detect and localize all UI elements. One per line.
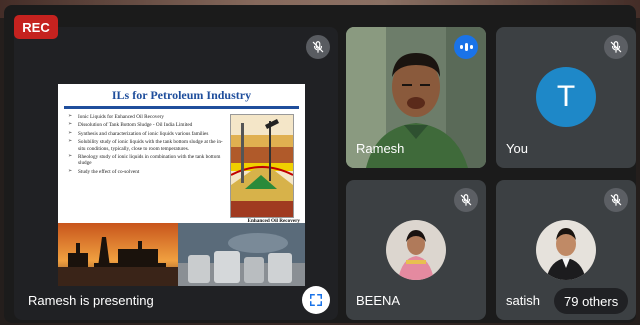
shared-slide: ILs for Petroleum Industry Ionic Liquids… bbox=[58, 84, 305, 286]
participant-name: Ramesh bbox=[356, 141, 405, 156]
participant-tile-ramesh[interactable]: Ramesh bbox=[346, 27, 486, 168]
slide-bullet: Rheology study of ionic liquids in combi… bbox=[68, 154, 228, 167]
presentation-tile[interactable]: ILs for Petroleum Industry Ionic Liquids… bbox=[14, 27, 338, 320]
others-count-button[interactable]: 79 others bbox=[554, 288, 629, 314]
slide-bullet: Dissolution of Tank Bottom Sludge - Oil … bbox=[68, 122, 228, 129]
fullscreen-icon bbox=[309, 293, 323, 307]
participant-name: You bbox=[506, 141, 528, 156]
participant-tile-beena[interactable]: BEENA bbox=[346, 180, 486, 320]
mic-off-icon bbox=[454, 188, 478, 212]
mic-off-icon bbox=[604, 188, 628, 212]
slide-bullet: Solubility study of ionic liquids with t… bbox=[68, 139, 228, 152]
participant-tile-satish[interactable]: satish 79 others bbox=[496, 180, 636, 320]
slide-divider bbox=[64, 106, 299, 109]
avatar bbox=[386, 220, 446, 280]
participant-tile-you[interactable]: T You bbox=[496, 27, 636, 168]
fullscreen-button[interactable] bbox=[302, 286, 330, 314]
oil-rig-photo bbox=[58, 223, 305, 286]
slide-title: ILs for Petroleum Industry bbox=[111, 88, 252, 102]
avatar bbox=[536, 220, 596, 280]
slide-bullet: Synthesis and characterization of ionic … bbox=[68, 131, 228, 138]
meeting-stage: REC ILs for Petroleum Industry Ionic Liq… bbox=[4, 5, 636, 323]
avatar: T bbox=[536, 67, 596, 127]
recording-badge: REC bbox=[14, 15, 58, 39]
mic-off-icon bbox=[604, 35, 628, 59]
slide-bullet: Ionic Liquids for Enhanced Oil Recovery bbox=[68, 114, 228, 121]
mic-off-icon bbox=[306, 35, 330, 59]
speaking-icon bbox=[454, 35, 478, 59]
participant-name: satish bbox=[506, 293, 540, 308]
slide-bullet-list: Ionic Liquids for Enhanced Oil Recovery … bbox=[68, 114, 228, 177]
participant-name: BEENA bbox=[356, 293, 401, 308]
slide-bullet: Study the effect of co-solvent bbox=[68, 169, 228, 176]
presenting-caption: Ramesh is presenting bbox=[28, 293, 154, 308]
oil-reservoir-diagram bbox=[230, 114, 294, 218]
